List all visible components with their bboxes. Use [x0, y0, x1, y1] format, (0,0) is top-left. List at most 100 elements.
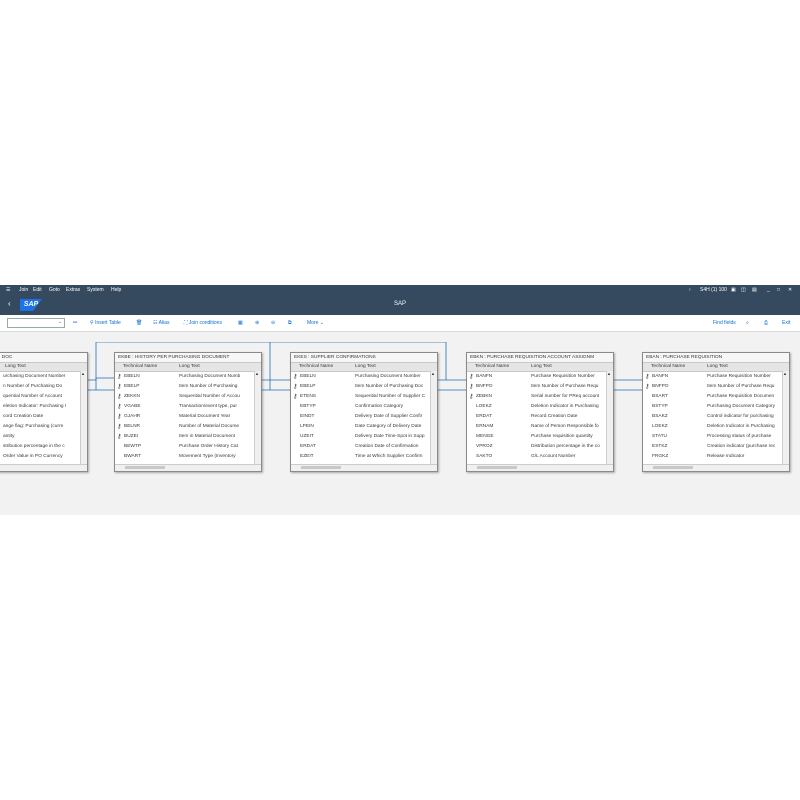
table-row[interactable]: ⚷ EBELP Item Number of Purchasing Doc: [291, 382, 437, 392]
join-table[interactable]: EBKN : PURCHASE REQUISITION ACCOUNT ASSI…: [466, 352, 614, 472]
table-title[interactable]: EKBE : HISTORY PER PURCHASING DOCUMENT: [115, 353, 261, 363]
vertical-scrollbar[interactable]: ▲: [606, 371, 613, 468]
layout-icon[interactable]: ▦: [238, 320, 243, 326]
zoom-in-icon[interactable]: ⊕: [255, 320, 259, 326]
screenshot-icon[interactable]: ▣: [731, 287, 736, 293]
exit-button[interactable]: Exit: [782, 320, 790, 326]
join-table[interactable]: UMENT IN PURCHASING DOCTechnical NameLon…: [0, 352, 88, 472]
settings-icon[interactable]: ▤: [752, 287, 757, 293]
table-row[interactable]: LOEKZ Deletion Indicator in Purchasing: [643, 422, 789, 432]
table-row[interactable]: VPROZ Distribution percentage in the co: [467, 442, 613, 452]
table-row[interactable]: ⚷ BNFPO Item Number of Purchase Requ: [643, 382, 789, 392]
horizontal-scrollbar[interactable]: [115, 464, 261, 471]
menu-item-join[interactable]: Join: [19, 287, 28, 293]
find-fields-button[interactable]: Find fields: [713, 320, 736, 326]
join-conditions-button[interactable]: ⛶ Join conditions: [184, 320, 222, 326]
alias-button[interactable]: ☷ Alias: [153, 320, 169, 326]
horizontal-scrollbar[interactable]: [0, 464, 87, 471]
column-header-long[interactable]: Long Text: [179, 363, 200, 371]
chevron-right-icon[interactable]: ›: [689, 287, 691, 293]
more-button[interactable]: More ⌄: [307, 320, 324, 326]
table-row[interactable]: ⚷ BELNR Number of Material Docume: [115, 422, 261, 432]
table-row[interactable]: BWART Movement Type (Inventory: [115, 452, 261, 462]
table-row[interactable]: ESTKZ Creation indicator (purchase rec: [643, 442, 789, 452]
menu-item-edit[interactable]: Edit: [33, 287, 42, 293]
table-row[interactable]: UZEIT Delivery Date Time-Spot in Supp: [291, 432, 437, 442]
column-header-technical[interactable]: Technical Name: [475, 363, 509, 371]
table-row[interactable]: ⚷ GJAHR Material Document Year: [115, 412, 261, 422]
close-icon[interactable]: ✕: [788, 287, 792, 293]
table-row[interactable]: urchasing Document Number: [0, 372, 87, 382]
insert-table-button[interactable]: ⚲ Insert Table: [90, 320, 121, 326]
column-header-long[interactable]: Long Text: [707, 363, 728, 371]
vertical-scrollbar[interactable]: ▲: [782, 371, 789, 468]
horizontal-scrollbar[interactable]: [643, 464, 789, 471]
join-table[interactable]: EKES : SUPPLIER CONFIRMATIONS Technical N…: [290, 352, 438, 472]
table-select[interactable]: ⌄: [7, 318, 65, 328]
table-title[interactable]: EBAN : PURCHASE REQUISITION: [643, 353, 789, 363]
table-row[interactable]: EINDT Delivery Date of Supplier Confir: [291, 412, 437, 422]
maximize-icon[interactable]: □: [777, 287, 780, 293]
fit-icon[interactable]: ⧉: [288, 320, 292, 326]
table-row[interactable]: quential Number of Account: [0, 392, 87, 402]
scroll-thumb[interactable]: [125, 466, 165, 469]
table-row[interactable]: MENGE Purchase requisition quantity: [467, 432, 613, 442]
table-row[interactable]: BEWTP Purchase Order History Cat: [115, 442, 261, 452]
hamburger-icon[interactable]: ☰: [6, 287, 10, 293]
scroll-thumb[interactable]: [301, 466, 341, 469]
table-row[interactable]: ⚷ ZEKKN Sequential Number of Accou: [115, 392, 261, 402]
table-row[interactable]: stribution percentage in the c: [0, 442, 87, 452]
table-row[interactable]: ERNAM Name of Person Responsible fo: [467, 422, 613, 432]
delete-icon[interactable]: 🗑: [136, 320, 142, 326]
table-row[interactable]: ⚷ BANFN Purchase Requisition Number: [643, 372, 789, 382]
zoom-out-icon[interactable]: ⊖: [271, 320, 275, 326]
table-row[interactable]: ⚷ BUZEI Item in Material Document: [115, 432, 261, 442]
table-row[interactable]: cord Creation Date: [0, 412, 87, 422]
table-row[interactable]: n Number of Purchasing Do: [0, 382, 87, 392]
table-row[interactable]: ⚷ ZEBKN Serial number for PReq account: [467, 392, 613, 402]
table-row[interactable]: ⚷ EBELP Item Number of Purchasing: [115, 382, 261, 392]
table-row[interactable]: ERDAT Record Creation Date: [467, 412, 613, 422]
join-table[interactable]: EKBE : HISTORY PER PURCHASING DOCUMENT Te…: [114, 352, 262, 472]
table-row[interactable]: ⚷ EBELN Purchasing Document Numb: [115, 372, 261, 382]
table-row[interactable]: antity: [0, 432, 87, 442]
menu-item-system[interactable]: System: [87, 287, 104, 293]
scroll-thumb[interactable]: [477, 466, 517, 469]
table-row[interactable]: BSTYP Purchasing Document Category: [643, 402, 789, 412]
table-row[interactable]: LPEIN Date Category of Delivery Date: [291, 422, 437, 432]
horizontal-scrollbar[interactable]: [291, 464, 437, 471]
scroll-thumb[interactable]: [653, 466, 693, 469]
horizontal-scrollbar[interactable]: [467, 464, 613, 471]
table-row[interactable]: EBTYP Confirmation Category: [291, 402, 437, 412]
column-header-technical[interactable]: Technical Name: [651, 363, 685, 371]
table-title[interactable]: EKES : SUPPLIER CONFIRMATIONS: [291, 353, 437, 363]
table-title[interactable]: UMENT IN PURCHASING DOC: [0, 353, 87, 363]
table-row[interactable]: EZEIT Time at Which Supplier Confirm: [291, 452, 437, 462]
table-row[interactable]: eletion Indicator: Purchasing I: [0, 402, 87, 412]
menu-item-help[interactable]: Help: [111, 287, 121, 293]
table-row[interactable]: ange flag: Purchasing (curre: [0, 422, 87, 432]
minimize-icon[interactable]: _: [767, 287, 770, 293]
column-header-long[interactable]: Long Text: [355, 363, 376, 371]
table-row[interactable]: ⚷ BANFN Purchase Requisition Number: [467, 372, 613, 382]
table-row[interactable]: LOEKZ Deletion Indicator in Purchasing: [467, 402, 613, 412]
tree-icon[interactable]: ⚯: [73, 320, 77, 326]
vertical-scrollbar[interactable]: ▲: [80, 371, 87, 468]
table-row[interactable]: FRGKZ Release Indicator: [643, 452, 789, 462]
table-row[interactable]: BSAKZ Control indicator for purchasing: [643, 412, 789, 422]
table-row[interactable]: ⚷ BNFPO Item Number of Purchase Requ: [467, 382, 613, 392]
vertical-scrollbar[interactable]: ▲: [254, 371, 261, 468]
column-header-technical[interactable]: Technical Name: [299, 363, 333, 371]
column-header-technical[interactable]: Technical Name: [123, 363, 157, 371]
menu-item-goto[interactable]: Goto: [49, 287, 60, 293]
search-icon[interactable]: ⌕: [746, 320, 749, 326]
join-table[interactable]: EBAN : PURCHASE REQUISITION Technical Nam…: [642, 352, 790, 472]
column-header-long[interactable]: Long Text: [531, 363, 552, 371]
vertical-scrollbar[interactable]: ▲: [430, 371, 437, 468]
table-row[interactable]: BSART Purchase Requisition Documen: [643, 392, 789, 402]
column-header-long[interactable]: Long Text: [5, 363, 26, 371]
table-row[interactable]: SAKTO G/L Account Number: [467, 452, 613, 462]
table-row[interactable]: ⚷ ETENS Sequential Number of Supplier C: [291, 392, 437, 402]
table-row[interactable]: STATU Processing status of purchase: [643, 432, 789, 442]
table-row[interactable]: Order Value in PO Currency: [0, 452, 87, 462]
